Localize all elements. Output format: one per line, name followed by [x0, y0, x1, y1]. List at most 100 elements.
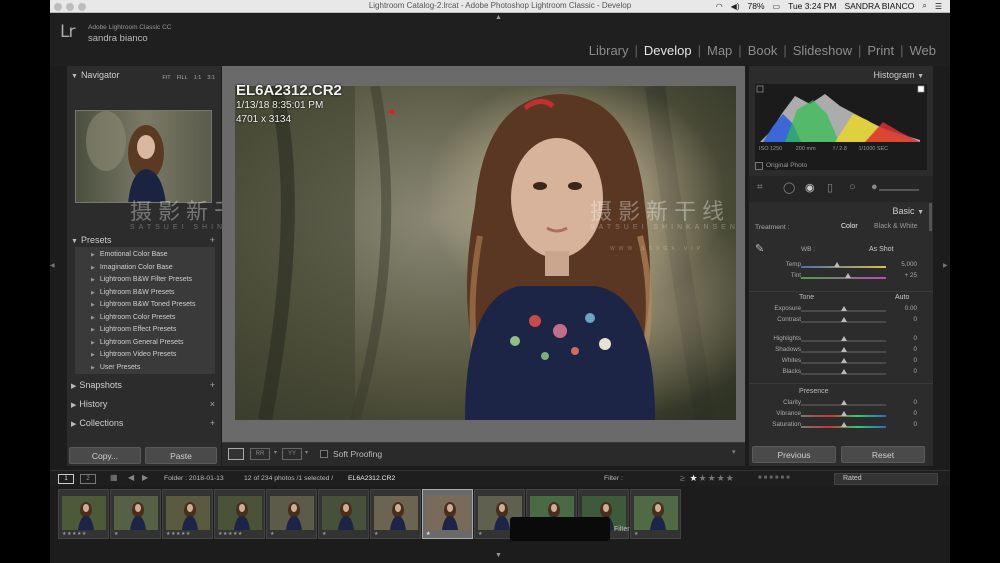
snapshots-header[interactable]: ▶ Snapshots +	[67, 377, 221, 393]
slider-saturation[interactable]: Saturation 0	[749, 421, 921, 432]
slider-knob[interactable]	[840, 369, 847, 374]
add-snapshot-icon[interactable]: +	[210, 377, 215, 393]
module-slideshow[interactable]: Slideshow	[787, 43, 858, 58]
spot-removal-icon[interactable]: ◯	[783, 181, 795, 194]
battery-icon[interactable]: ▭	[773, 2, 781, 11]
treatment-bw-button[interactable]: Black & White	[874, 223, 918, 230]
grid-view-icon[interactable]: ▦	[110, 473, 118, 482]
wb-eyedropper-icon[interactable]: ✎	[755, 242, 764, 255]
back-arrow-icon[interactable]: ◀	[128, 473, 134, 482]
slider-value[interactable]: + 25	[905, 272, 917, 279]
slider-knob[interactable]	[840, 422, 847, 427]
filmstrip-thumbnail[interactable]: ★	[630, 489, 681, 539]
preset-folder[interactable]: ▶ Lightroom Effect Presets	[91, 326, 176, 333]
slider-knob[interactable]	[840, 411, 847, 416]
basic-header[interactable]: Basic ▼	[749, 203, 933, 219]
slider-value[interactable]: 0	[913, 421, 917, 428]
slider-knob[interactable]	[840, 336, 847, 341]
auto-tone-button[interactable]: Auto	[895, 294, 909, 301]
filmstrip-thumbnail[interactable]: ★	[370, 489, 421, 539]
history-header[interactable]: ▶ History ×	[67, 396, 221, 412]
reset-button[interactable]: Reset	[841, 446, 925, 463]
red-eye-icon[interactable]: ◉	[805, 181, 815, 194]
module-library[interactable]: Library	[583, 43, 635, 58]
filmstrip-thumbnail[interactable]: ★	[266, 489, 317, 539]
zoom-option-1[interactable]: FILL	[177, 75, 188, 81]
slider-value[interactable]: 0	[913, 316, 917, 323]
slider-value[interactable]: 0	[913, 335, 917, 342]
preset-folder[interactable]: ▶ User Presets	[91, 364, 140, 371]
notification-icon[interactable]: ☰	[935, 2, 942, 11]
previous-button[interactable]: Previous	[752, 446, 836, 463]
slider-knob[interactable]	[844, 273, 851, 278]
radial-filter-icon[interactable]: ○	[849, 181, 856, 193]
collapse-top-arrow-icon[interactable]: ▲	[495, 14, 502, 21]
right-panel-toggle-icon[interactable]: ▶	[943, 262, 948, 269]
preset-folder[interactable]: ▶ Lightroom B&W Toned Presets	[91, 301, 195, 308]
display-1-button[interactable]: 1	[58, 474, 74, 484]
module-web[interactable]: Web	[904, 43, 943, 58]
slider-value[interactable]: 0	[913, 410, 917, 417]
module-book[interactable]: Book	[742, 43, 784, 58]
volume-icon[interactable]: ◀)	[731, 2, 740, 11]
main-photo[interactable]: 摄影新干线 SATSUEI SHINKANSEN WWW.SSXGX.VIP	[235, 86, 736, 420]
folder-source[interactable]: Folder : 2018-01-13	[164, 475, 224, 482]
slider-knob[interactable]	[833, 262, 840, 267]
color-label-filter[interactable]: ■■■■■■	[758, 475, 792, 481]
toolbar-menu-icon[interactable]: ▾	[732, 448, 736, 456]
navigator-header[interactable]: ▼ Navigator FIT FILL 1:1 3:1	[67, 67, 221, 83]
swap-settings-icon[interactable]: YY	[282, 448, 302, 460]
zoom-option-2[interactable]: 1:1	[194, 75, 202, 81]
slider-value[interactable]: 0.00	[905, 305, 917, 312]
filmstrip-thumbnail[interactable]: ★★★★★	[214, 489, 265, 539]
tool-slider[interactable]	[879, 189, 919, 191]
soft-proofing-checkbox[interactable]	[320, 450, 328, 458]
left-panel-toggle-icon[interactable]: ◀	[50, 262, 55, 269]
slider-knob[interactable]	[840, 400, 847, 405]
preset-folder[interactable]: ▶ Lightroom General Presets	[91, 339, 184, 346]
preset-folder[interactable]: ▶ Lightroom Video Presets	[91, 351, 176, 358]
slider-knob[interactable]	[840, 358, 847, 363]
rating-filter-stars[interactable]: ≥ ★★★★★	[680, 473, 735, 484]
module-print[interactable]: Print	[861, 43, 900, 58]
slider-exposure[interactable]: Exposure 0.00	[749, 305, 921, 316]
selected-filename[interactable]: EL6A2312.CR2	[348, 475, 395, 482]
copy-settings-button[interactable]: Copy...	[69, 447, 141, 464]
slider-track[interactable]	[801, 266, 886, 268]
slider-highlights[interactable]: Highlights 0	[749, 335, 921, 346]
filmstrip-thumbnail[interactable]: ★	[110, 489, 161, 539]
graduated-filter-icon[interactable]: ▯	[827, 181, 833, 194]
slider-whites[interactable]: Whites 0	[749, 357, 921, 368]
clock[interactable]: Tue 3:24 PM	[788, 1, 836, 11]
paste-settings-button[interactable]: Paste	[145, 447, 217, 464]
navigator-preview[interactable]	[75, 110, 212, 203]
slider-temp[interactable]: Temp 5,000	[749, 261, 921, 272]
wifi-icon[interactable]: ◠	[716, 2, 723, 11]
wb-select[interactable]: As Shot	[869, 246, 894, 253]
slider-shadows[interactable]: Shadows 0	[749, 346, 921, 357]
slider-value[interactable]: 0	[913, 368, 917, 375]
histogram-header[interactable]: Histogram ▼	[749, 67, 933, 83]
add-preset-icon[interactable]: +	[210, 232, 215, 248]
filmstrip-thumbnail[interactable]: ★	[318, 489, 369, 539]
slider-track[interactable]	[801, 277, 886, 279]
preset-folder[interactable]: ▶ Lightroom B&W Presets	[91, 289, 175, 296]
slider-value[interactable]: 0	[913, 357, 917, 364]
swap-dropdown-icon[interactable]: ▾	[305, 449, 308, 456]
slider-contrast[interactable]: Contrast 0	[749, 316, 921, 327]
original-photo-checkbox[interactable]	[755, 162, 763, 170]
filmstrip-thumbnail[interactable]: ★	[422, 489, 473, 539]
module-map[interactable]: Map	[701, 43, 738, 58]
slider-vibrance[interactable]: Vibrance 0	[749, 410, 921, 421]
slider-value[interactable]: 5,000	[901, 261, 917, 268]
filter-preset-select[interactable]: Rated	[834, 473, 938, 485]
slider-value[interactable]: 0	[913, 399, 917, 406]
slider-blacks[interactable]: Blacks 0	[749, 368, 921, 379]
add-collection-icon[interactable]: +	[210, 415, 215, 431]
zoom-option-0[interactable]: FIT	[162, 75, 170, 81]
display-2-button[interactable]: 2	[80, 474, 96, 484]
preset-folder[interactable]: ▶ Lightroom Color Presets	[91, 314, 175, 321]
slider-knob[interactable]	[840, 306, 847, 311]
preset-folder[interactable]: ▶ Emotional Color Base	[91, 251, 168, 258]
before-after-dropdown-icon[interactable]: ▾	[274, 449, 277, 456]
